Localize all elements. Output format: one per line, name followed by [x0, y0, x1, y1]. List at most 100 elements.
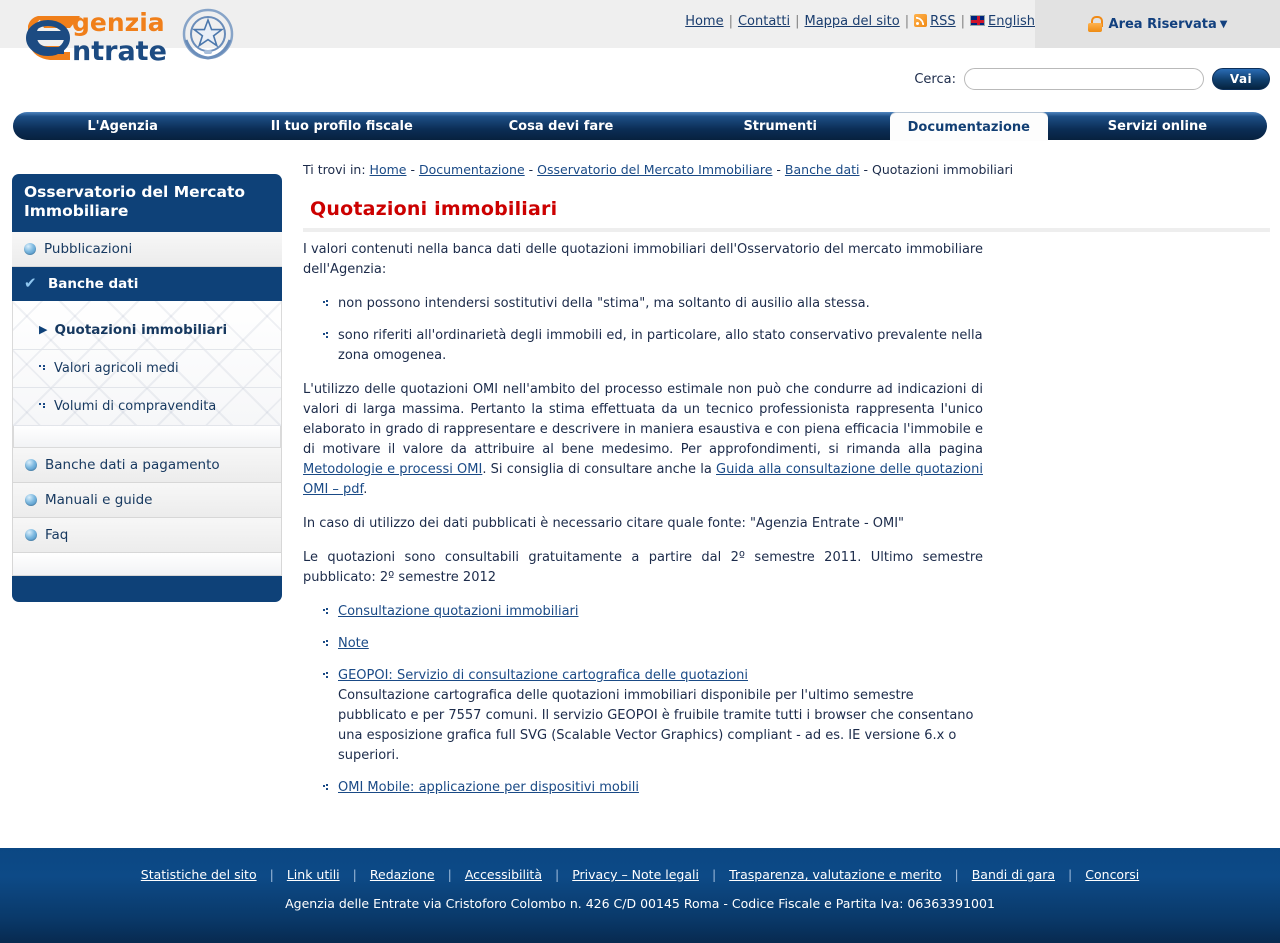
list-item: sono riferiti all'ordinarietà degli immo… [303, 326, 983, 366]
list-item: Consultazione quotazioni immobiliari [303, 602, 983, 622]
sidebar-bottom-spacer [13, 552, 281, 575]
sidebar-item-label: Pubblicazioni [44, 240, 133, 257]
source-citation-paragraph: In caso di utilizzo dei dati pubblicati … [303, 516, 905, 531]
page-title: Quotazioni immobiliari [310, 198, 558, 220]
chevron-down-icon: ▼ [1219, 18, 1228, 30]
list-item: non possono intendersi sostitutivi della… [303, 294, 983, 314]
search-submit-button[interactable]: Vai [1212, 68, 1270, 90]
footer-address: Agenzia delle Entrate via Cristoforo Col… [285, 896, 995, 911]
nav-item-il-tuo-profilo-fiscale[interactable]: Il tuo profilo fiscale [232, 112, 451, 140]
footer-separator: | [1068, 867, 1073, 882]
link-geopoi[interactable]: GEOPOI: Servizio di consultazione cartog… [338, 668, 748, 683]
intro-paragraph: I valori contenuti nella banca dati dell… [303, 242, 983, 277]
sidebar: Osservatorio del Mercato Immobiliare Pub… [12, 174, 282, 602]
sidebar-item-pubblicazioni[interactable]: Pubblicazioni [12, 231, 282, 267]
footer-link-link-utili[interactable]: Link utili [287, 867, 340, 882]
utility-separator: | [795, 14, 800, 29]
utility-link-rss[interactable]: RSS [930, 14, 956, 29]
omi-usage-text-part1: L'utilizzo delle quotazioni OMI nell'amb… [303, 382, 983, 457]
nav-item-lagenzia[interactable]: L'Agenzia [13, 112, 232, 140]
footer-separator: | [555, 867, 560, 882]
footer-link-bandi-di-gara[interactable]: Bandi di gara [972, 867, 1055, 882]
sidebar-subitem-valori-agricoli-medi[interactable]: Valori agricoli medi [13, 350, 281, 388]
breadcrumb-prefix: Ti trovi in: [303, 162, 366, 177]
sidebar-footer-bar [12, 575, 282, 602]
utility-link-english[interactable]: English [988, 14, 1035, 29]
breadcrumb-link-home[interactable]: Home [370, 162, 407, 177]
main-navigation: L'Agenzia Il tuo profilo fiscale Cosa de… [13, 112, 1267, 141]
agenzia-entrate-logo[interactable]: genzia ntrate [8, 2, 258, 70]
services-link-list: Consultazione quotazioni immobiliari Not… [303, 602, 983, 798]
footer-link-redazione[interactable]: Redazione [370, 867, 435, 882]
footer-link-privacy-note-legali[interactable]: Privacy – Note legali [572, 867, 699, 882]
uk-flag-icon [970, 15, 986, 26]
footer-link-concorsi[interactable]: Concorsi [1085, 867, 1139, 882]
svg-text:genzia: genzia [72, 8, 165, 37]
footer-separator: | [352, 867, 357, 882]
area-riservata-label: Area Riservata [1108, 16, 1217, 32]
svg-text:ntrate: ntrate [72, 36, 167, 67]
utility-link-mappa-del-sito[interactable]: Mappa del sito [805, 14, 900, 29]
sidebar-subitem-label: Valori agricoli medi [54, 360, 179, 376]
list-item: Note [303, 634, 983, 654]
lock-icon [1087, 16, 1103, 32]
utility-link-contatti[interactable]: Contatti [738, 14, 790, 29]
search-input[interactable] [964, 68, 1204, 90]
utility-separator: | [960, 14, 966, 29]
footer-link-statistiche-del-sito[interactable]: Statistiche del sito [141, 867, 257, 882]
sidebar-item-banche-dati[interactable]: ✔ Banche dati [12, 266, 282, 301]
breadcrumb-separator: - [410, 162, 415, 177]
footer-link-accessibilita[interactable]: Accessibilità [465, 867, 542, 882]
area-riservata-button[interactable]: Area Riservata ▼ [1035, 0, 1280, 48]
link-consultazione-quotazioni-immobiliari[interactable]: Consultazione quotazioni immobiliari [338, 604, 579, 619]
sphere-icon [25, 458, 37, 471]
nav-item-cosa-devi-fare[interactable]: Cosa devi fare [451, 112, 670, 140]
sidebar-subitem-label: Volumi di compravendita [54, 398, 217, 414]
nav-item-documentazione[interactable]: Documentazione [889, 113, 1048, 141]
sphere-icon [24, 242, 36, 255]
sidebar-item-faq[interactable]: Faq [13, 517, 281, 553]
breadcrumb: Ti trovi in: Home - Documentazione - Oss… [303, 162, 1013, 177]
utility-separator: | [904, 14, 910, 29]
utility-link-home[interactable]: Home [685, 14, 723, 29]
intro-bullet-list: non possono intendersi sostitutivi della… [303, 294, 983, 366]
footer-separator: | [954, 867, 959, 882]
nav-item-servizi-online[interactable]: Servizi online [1048, 112, 1267, 140]
sidebar-subitem-quotazioni-immobiliari[interactable]: ▶ Quotazioni immobiliari [13, 311, 281, 350]
sidebar-item-banche-dati-a-pagamento[interactable]: Banche dati a pagamento [13, 447, 281, 483]
breadcrumb-separator: - [863, 162, 868, 177]
link-omi-mobile[interactable]: OMI Mobile: applicazione per dispositivi… [338, 780, 639, 795]
sidebar-menu-secondary: Banche dati a pagamento Manuali e guide … [12, 447, 282, 576]
link-note[interactable]: Note [338, 636, 369, 651]
dot-bullet-icon [39, 402, 47, 410]
breadcrumb-current: Quotazioni immobiliari [871, 162, 1014, 177]
geopoi-description: Consultazione cartografica delle quotazi… [338, 688, 974, 763]
omi-usage-text-part2: . Si consiglia di consultare anche la [482, 462, 717, 477]
footer-separator: | [269, 867, 274, 882]
sidebar-submenu: ▶ Quotazioni immobiliari Valori agricoli… [12, 300, 282, 448]
nav-item-strumenti[interactable]: Strumenti [671, 112, 890, 140]
footer-link-trasparenza[interactable]: Trasparenza, valutazione e merito [729, 867, 941, 882]
sidebar-submenu-spacer [13, 425, 281, 448]
sidebar-item-label: Banche dati a pagamento [45, 456, 220, 473]
breadcrumb-separator: - [776, 162, 781, 177]
omi-usage-paragraph: L'utilizzo delle quotazioni OMI nell'amb… [303, 380, 983, 500]
breadcrumb-link-banche-dati[interactable]: Banche dati [785, 162, 860, 177]
footer-separator: | [447, 867, 452, 882]
search-label: Cerca: [914, 71, 956, 87]
breadcrumb-link-documentazione[interactable]: Documentazione [419, 162, 525, 177]
sidebar-header: Osservatorio del Mercato Immobiliare [12, 174, 282, 232]
footer-links: Statistiche del sito | Link utili | Redazion… [0, 848, 1280, 882]
sphere-icon [25, 493, 37, 506]
utility-links: Home | Contatti | Mappa del sito | RSS | English [685, 14, 1035, 29]
sidebar-item-manuali-e-guide[interactable]: Manuali e guide [13, 482, 281, 518]
main-content: I valori contenuti nella banca dati dell… [303, 240, 983, 812]
sidebar-item-label: Faq [45, 526, 69, 543]
sidebar-subitem-label: Quotazioni immobiliari [54, 321, 228, 338]
utility-separator: | [728, 14, 733, 29]
sidebar-subitem-volumi-di-compravendita[interactable]: Volumi di compravendita [13, 388, 281, 426]
list-item: OMI Mobile: applicazione per dispositivi… [303, 778, 983, 798]
sphere-icon [25, 528, 37, 541]
breadcrumb-link-osservatorio[interactable]: Osservatorio del Mercato Immobiliare [537, 162, 772, 177]
link-metodologie-e-processi-omi[interactable]: Metodologie e processi OMI [303, 462, 482, 477]
